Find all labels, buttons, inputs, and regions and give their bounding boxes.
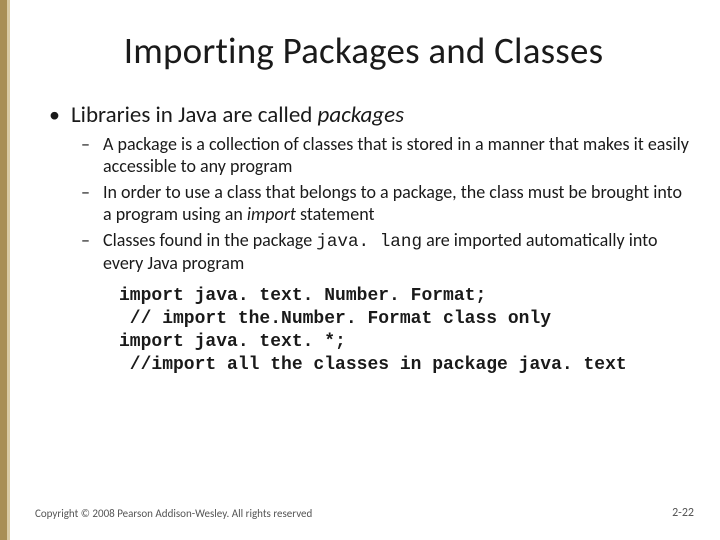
accent-bar (7, 0, 10, 540)
page-number: 2-22 (672, 506, 694, 520)
bullet-l2-1-post: statement (296, 203, 375, 225)
bullet-l2-2-pre: Classes found in the package (103, 229, 316, 251)
bullet-l2-1-em: import (247, 203, 296, 225)
footer-copyright: Copyright © 2008 Pearson Addison-Wesley.… (35, 507, 312, 520)
slide-body: Libraries in Java are called packages A … (7, 83, 720, 377)
code-block: import java. text. Number. Format; // im… (45, 281, 690, 377)
bullet-l2-2: Classes found in the package java. lang … (71, 230, 690, 275)
bullet-l1-0-em: packages (318, 101, 405, 129)
bullet-l2-1-pre: In order to use a class that belongs to … (103, 181, 682, 225)
bullet-l2-0: A package is a collection of classes tha… (71, 134, 690, 178)
bullet-l1-0-text: Libraries in Java are called (71, 101, 318, 129)
bullet-l2-2-code: java. lang (316, 232, 422, 252)
bullet-l1-0: Libraries in Java are called packages A … (45, 101, 690, 275)
bullet-list-level1: Libraries in Java are called packages A … (45, 101, 690, 275)
slide-title: Importing Packages and Classes (7, 0, 720, 83)
slide: Importing Packages and Classes Libraries… (0, 0, 720, 540)
bullet-list-level2: A package is a collection of classes tha… (71, 134, 690, 275)
bullet-l2-1: In order to use a class that belongs to … (71, 182, 690, 226)
